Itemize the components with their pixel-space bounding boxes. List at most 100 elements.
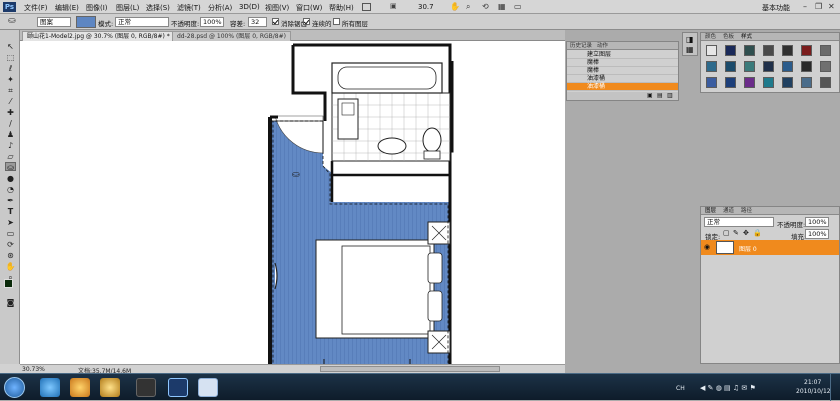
menu-window[interactable]: 窗口(W) xyxy=(296,3,322,13)
layer-name[interactable]: 图层 0 xyxy=(739,244,757,253)
zoom-menu-icon[interactable]: ▣ xyxy=(390,2,397,10)
clock-time[interactable]: 21:07 xyxy=(804,379,821,386)
tab-styles[interactable]: 样式 xyxy=(741,34,752,40)
eyedropper-tool-icon[interactable]: ⁄ xyxy=(5,97,16,106)
tab-color[interactable]: 颜色 xyxy=(705,34,716,40)
history-item[interactable]: 魔棒 xyxy=(567,59,678,67)
style-swatch[interactable] xyxy=(744,45,755,56)
language-indicator[interactable]: CH xyxy=(676,385,685,392)
show-desktop-button[interactable] xyxy=(830,374,840,401)
menu-image[interactable]: 图像(I) xyxy=(86,3,108,13)
history-item-selected[interactable]: 油漆桶 xyxy=(567,83,678,91)
horizontal-scrollbar[interactable]: 30.73% 文档:35.7M/14.6M xyxy=(20,364,565,375)
new-document-icon[interactable]: ▤ xyxy=(657,92,663,99)
shape-tool-icon[interactable]: ▭ xyxy=(5,229,16,238)
hand-tool-icon[interactable]: ✋ xyxy=(5,262,16,271)
lock-all-icon[interactable]: 🔒 xyxy=(753,229,762,237)
minimize-icon[interactable]: – xyxy=(803,2,807,11)
layer-opacity-input[interactable]: 100% xyxy=(805,217,829,227)
layer-visibility-eye-icon[interactable]: ◉ xyxy=(704,243,710,251)
style-swatch[interactable] xyxy=(782,77,793,88)
eraser-tool-icon[interactable]: ▱ xyxy=(5,152,16,161)
dodge-tool-icon[interactable]: ◔ xyxy=(5,185,16,194)
clone-stamp-tool-icon[interactable]: ♟ xyxy=(5,130,16,139)
path-selection-tool-icon[interactable]: ➤ xyxy=(5,218,16,227)
pattern-picker[interactable] xyxy=(76,16,96,28)
3d-orbit-tool-icon[interactable]: ⊛ xyxy=(5,251,16,260)
magic-wand-tool-icon[interactable]: ✦ xyxy=(5,75,16,84)
style-swatch[interactable] xyxy=(706,45,717,56)
style-swatch[interactable] xyxy=(744,77,755,88)
menu-analysis[interactable]: 分析(A) xyxy=(208,3,232,13)
style-swatch[interactable] xyxy=(763,45,774,56)
rotate-view-icon[interactable]: ⟲ xyxy=(482,2,489,11)
tab-history[interactable]: 历史记录 xyxy=(570,43,592,49)
tab-document-1[interactable]: 颐山花1-Model2.jpg @ 30.7% (图层 0, RGB/8#) * xyxy=(22,31,175,41)
layout-icon[interactable] xyxy=(362,3,371,11)
clock-date[interactable]: 2010/10/12 xyxy=(796,388,831,395)
menu-select[interactable]: 选择(S) xyxy=(146,3,170,13)
style-swatch[interactable] xyxy=(820,77,831,88)
menu-filter[interactable]: 滤镜(T) xyxy=(177,3,201,13)
marquee-tool-icon[interactable]: ⬚ xyxy=(5,53,16,62)
tolerance-input[interactable]: 32 xyxy=(248,17,267,27)
paint-bucket-tool-icon[interactable]: ⛀ xyxy=(5,162,16,172)
start-button[interactable] xyxy=(4,377,25,398)
screen-mode-icon[interactable]: ▭ xyxy=(514,2,522,11)
contiguous-checkbox[interactable] xyxy=(303,18,310,25)
workspace-switcher[interactable]: 基本功能 xyxy=(762,3,790,13)
scroll-thumb[interactable] xyxy=(320,366,500,372)
lock-pixels-icon[interactable]: ✎ xyxy=(733,229,739,237)
explorer-icon[interactable] xyxy=(100,378,120,397)
type-tool-icon[interactable]: T xyxy=(5,207,16,216)
hand-icon[interactable]: ✋ xyxy=(450,2,460,11)
menu-file[interactable]: 文件(F) xyxy=(24,3,48,13)
style-swatch[interactable] xyxy=(706,77,717,88)
photoshop-taskbar-icon[interactable] xyxy=(168,378,188,397)
history-item[interactable]: 建立图层 xyxy=(567,51,678,59)
style-swatch[interactable] xyxy=(801,77,812,88)
style-swatch[interactable] xyxy=(725,61,736,72)
lock-transparency-icon[interactable]: ▢ xyxy=(723,229,730,237)
pen-tool-icon[interactable]: ✒ xyxy=(5,196,16,205)
tray-icons[interactable]: ◀ ✎ ◍ ▤ ♫ ✉ ⚑ xyxy=(700,384,756,392)
styles-strip-icon[interactable]: ◨ xyxy=(686,35,694,44)
tab-actions[interactable]: 动作 xyxy=(597,43,608,49)
brush-tool-icon[interactable]: ∕ xyxy=(5,119,16,128)
app-icon[interactable] xyxy=(136,378,156,397)
style-swatch[interactable] xyxy=(820,45,831,56)
menu-3d[interactable]: 3D(D) xyxy=(239,3,260,11)
menu-view[interactable]: 视图(V) xyxy=(265,3,289,13)
style-swatch[interactable] xyxy=(725,45,736,56)
lasso-tool-icon[interactable]: ℓ xyxy=(5,64,16,73)
style-swatch[interactable] xyxy=(763,61,774,72)
sketchup-taskbar-icon[interactable] xyxy=(198,378,218,397)
menu-edit[interactable]: 编辑(E) xyxy=(55,3,79,13)
move-tool-icon[interactable]: ↖ xyxy=(5,42,16,51)
history-item[interactable]: 油漆桶 xyxy=(567,75,678,83)
status-zoom[interactable]: 30.73% xyxy=(22,366,45,373)
style-swatch[interactable] xyxy=(801,61,812,72)
menu-layer[interactable]: 图层(L) xyxy=(116,3,139,13)
new-snapshot-icon[interactable]: ▣ xyxy=(647,92,653,99)
style-swatch[interactable] xyxy=(725,77,736,88)
style-swatch[interactable] xyxy=(706,61,717,72)
arrange-icon[interactable]: ▦ xyxy=(498,2,506,11)
zoom-icon[interactable]: ⌕ xyxy=(466,2,470,12)
style-swatch[interactable] xyxy=(782,45,793,56)
close-icon[interactable]: ✕ xyxy=(828,2,835,11)
media-player-icon[interactable] xyxy=(70,378,90,397)
tab-document-2[interactable]: dd-28.psd @ 100% (图层 0, RGB/8#) xyxy=(172,31,291,41)
opacity-input[interactable]: 100% xyxy=(200,17,224,27)
antialias-checkbox[interactable] xyxy=(272,18,279,25)
style-swatch[interactable] xyxy=(763,77,774,88)
layer-thumbnail[interactable] xyxy=(716,241,734,254)
mode-select[interactable]: 正常 xyxy=(115,17,169,27)
lock-position-icon[interactable]: ✥ xyxy=(743,229,749,237)
style-swatch[interactable] xyxy=(782,61,793,72)
tab-paths[interactable]: 路径 xyxy=(741,208,752,214)
foreground-color-swatch[interactable] xyxy=(4,279,13,288)
style-swatch[interactable] xyxy=(801,45,812,56)
quick-mask-icon[interactable]: ◙ xyxy=(5,298,16,307)
crop-tool-icon[interactable]: ⌗ xyxy=(5,86,16,95)
